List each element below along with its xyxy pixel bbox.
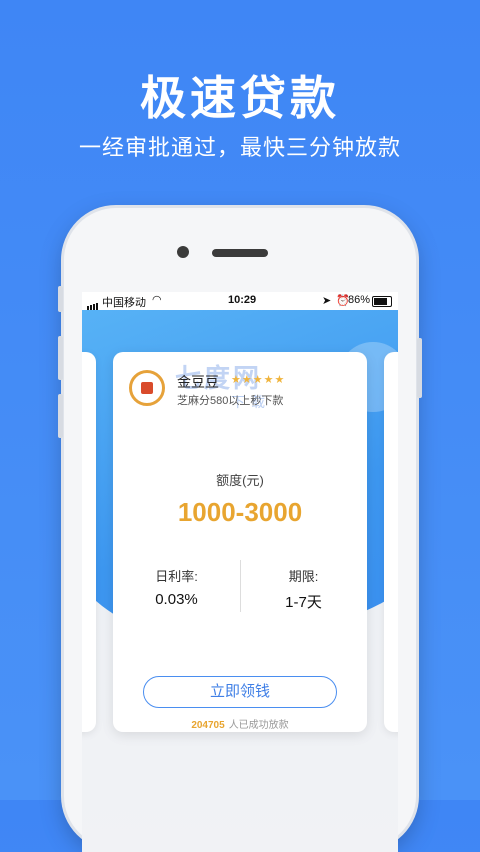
get-money-button[interactable]: 立即领钱 bbox=[143, 676, 337, 708]
period-label: 期限: bbox=[288, 569, 319, 584]
rating-stars: ★★★★★ bbox=[231, 374, 286, 386]
front-camera bbox=[177, 246, 189, 258]
phone-volume-up bbox=[58, 336, 63, 380]
phone-frame: 中国移动 ◠ 10:29 ➤ ⏰ 86% 七度网 下载 金豆豆 ★★★★★ 芝麻… bbox=[58, 208, 422, 852]
location-icon: ➤ bbox=[322, 295, 332, 307]
signal-icon bbox=[87, 298, 99, 310]
next-card-peek[interactable] bbox=[384, 352, 398, 732]
phone-volume-down bbox=[58, 394, 63, 438]
amount-value: 1000-3000 bbox=[177, 497, 303, 527]
battery-icon bbox=[372, 296, 392, 307]
carrier-label: 中国移动 bbox=[102, 297, 146, 309]
earpiece-speaker bbox=[212, 249, 268, 257]
banner-title: 极速贷款 bbox=[140, 72, 340, 124]
product-description: 芝麻分580以上秒下款 bbox=[177, 395, 284, 407]
battery-percent: 86% bbox=[348, 294, 371, 306]
rate-label: 日利率: bbox=[155, 569, 198, 584]
banner-subtitle: 一经审批通过，最快三分钟放款 bbox=[78, 135, 401, 160]
success-text: 人已成功放款 bbox=[228, 720, 289, 731]
wifi-icon: ◠ bbox=[152, 294, 162, 306]
prev-card-peek[interactable] bbox=[82, 352, 96, 732]
success-stat: 204705 人已成功放款 bbox=[113, 716, 367, 731]
status-bar: 中国移动 ◠ 10:29 ➤ ⏰ 86% bbox=[82, 292, 398, 310]
phone-mute-switch bbox=[58, 286, 63, 312]
loan-product-card[interactable]: 七度网 下载 金豆豆 ★★★★★ 芝麻分580以上秒下款 额度(元) 1000-… bbox=[113, 352, 367, 732]
rate-value: 0.03% bbox=[155, 591, 198, 608]
status-time: 10:29 bbox=[228, 294, 257, 306]
product-logo bbox=[129, 370, 165, 406]
period-value: 1-7天 bbox=[285, 594, 322, 611]
phone-screen: 中国移动 ◠ 10:29 ➤ ⏰ 86% 七度网 下载 金豆豆 ★★★★★ 芝麻… bbox=[82, 292, 398, 852]
success-count: 204705 bbox=[191, 720, 225, 731]
amount-label: 额度(元) bbox=[216, 473, 264, 488]
product-name: 金豆豆 bbox=[177, 374, 219, 390]
phone-power-button bbox=[417, 338, 422, 398]
